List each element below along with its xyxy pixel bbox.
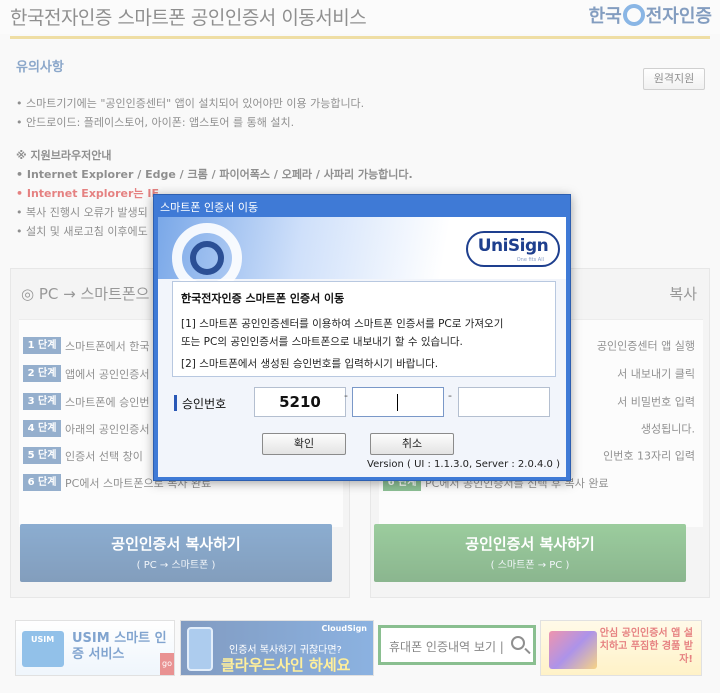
dialog-message-box: 한국전자인증 스마트폰 인증서 이동 [1] 스마트폰 공인인증센터를 이용하여… <box>172 281 556 377</box>
smartphone-cert-move-dialog: 스마트폰 인증서 이동 UniSign One fits All 한국전자인증 … <box>153 194 571 481</box>
approval-number-input-1[interactable] <box>254 387 346 417</box>
unisign-name: UniSign <box>477 236 549 256</box>
version-info: Version ( UI : 1.1.3.0, Server : 2.0.4.0… <box>367 459 560 470</box>
approval-number-input-2[interactable] <box>352 387 444 417</box>
text-caret <box>397 394 398 411</box>
separator-dash: - <box>344 389 348 402</box>
confirm-button[interactable]: 확인 <box>262 433 346 455</box>
message-line: [2] 스마트폰에서 생성된 승인번호를 입력하시기 바랍니다. <box>181 358 439 370</box>
cancel-button[interactable]: 취소 <box>370 433 454 455</box>
swirl-inner-icon <box>190 241 224 275</box>
dialog-body: UniSign One fits All 한국전자인증 스마트폰 인증서 이동 … <box>158 217 566 477</box>
dialog-titlebar[interactable]: 스마트폰 인증서 이동 <box>154 195 570 217</box>
unisign-logo: UniSign One fits All <box>466 231 560 267</box>
separator-dash: - <box>448 389 452 402</box>
label-marker <box>174 395 177 411</box>
message-line: [1] 스마트폰 공인인증센터를 이용하여 스마트폰 인증서를 PC로 가져오기 <box>181 318 504 330</box>
message-title: 한국전자인증 스마트폰 인증서 이동 <box>181 292 345 305</box>
dialog-title: 스마트폰 인증서 이동 <box>160 201 259 214</box>
dialog-banner: UniSign One fits All <box>158 217 566 293</box>
approval-number-input-3[interactable] <box>458 387 550 417</box>
unisign-tagline: One fits All <box>516 257 544 263</box>
message-line: 또는 PC의 공인인증서를 스마트폰으로 내보내기 할 수 있습니다. <box>181 336 463 348</box>
approval-number-label: 승인번호 <box>182 397 227 411</box>
